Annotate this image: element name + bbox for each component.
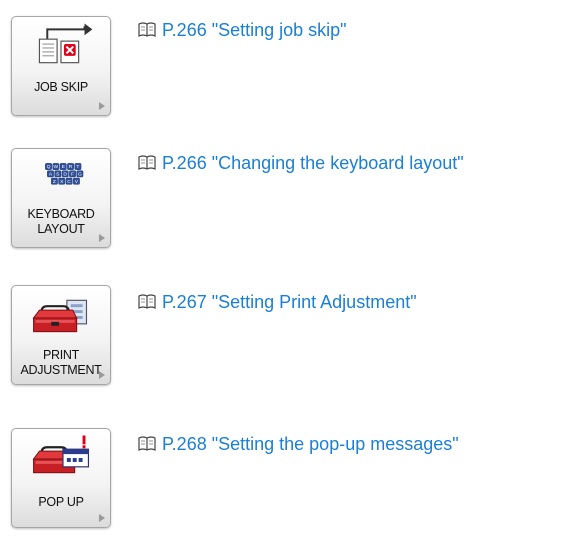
page-reference-link[interactable]: P.267 "Setting Print Adjustment": [162, 292, 417, 312]
page-reference-link[interactable]: P.268 "Setting the pop-up messages": [162, 434, 459, 454]
arrow-icon: [99, 102, 105, 110]
keyboard-key-label: Q: [47, 164, 51, 170]
keyboard-key-label: T: [76, 164, 79, 170]
button-label: JOB SKIP: [34, 80, 88, 94]
keyboard-key-label: R: [69, 164, 73, 170]
arrow-icon: [99, 514, 105, 522]
keyboard-layout-button[interactable]: QWERTASDFGZXCV KEYBOARD LAYOUT: [11, 148, 111, 248]
job-skip-button[interactable]: JOB SKIP: [11, 16, 111, 116]
book-icon: [138, 22, 156, 37]
button-label: KEYBOARD LAYOUT: [27, 207, 95, 236]
keyboard-key-label: G: [78, 172, 82, 178]
reference-item: P.267 "Setting Print Adjustment": [138, 292, 417, 313]
page-reference-link[interactable]: P.266 "Changing the keyboard layout": [162, 153, 464, 173]
reference-item: P.268 "Setting the pop-up messages": [138, 434, 459, 455]
print-adjustment-button[interactable]: PRINT ADJUSTMENT: [11, 285, 111, 385]
book-icon: [138, 436, 156, 451]
pop-up-icon: [32, 435, 90, 474]
button-label: PRINT ADJUSTMENT: [20, 348, 102, 377]
arrow-icon: [99, 371, 105, 379]
button-label: POP UP: [38, 495, 84, 509]
keyboard-key-label: C: [67, 179, 71, 185]
pop-up-button[interactable]: POP UP: [11, 428, 111, 528]
keyboard-layout-icon: Q W E R TA S D F GZ X C V: [45, 163, 84, 185]
keyboard-key-label: W: [54, 164, 59, 170]
book-icon: [138, 294, 156, 309]
print-adjustment-icon: [32, 299, 88, 333]
arrow-icon: [99, 234, 105, 242]
job-skip-icon: [38, 23, 93, 64]
page-reference-link[interactable]: P.266 "Setting job skip": [162, 20, 347, 40]
book-icon: [138, 155, 156, 170]
keyboard-key-label: F: [71, 172, 74, 178]
keyboard-key-label: Z: [53, 179, 56, 185]
reference-item: P.266 "Changing the keyboard layout": [138, 153, 464, 174]
keyboard-key-label: D: [63, 172, 67, 178]
reference-item: P.266 "Setting job skip": [138, 20, 347, 41]
